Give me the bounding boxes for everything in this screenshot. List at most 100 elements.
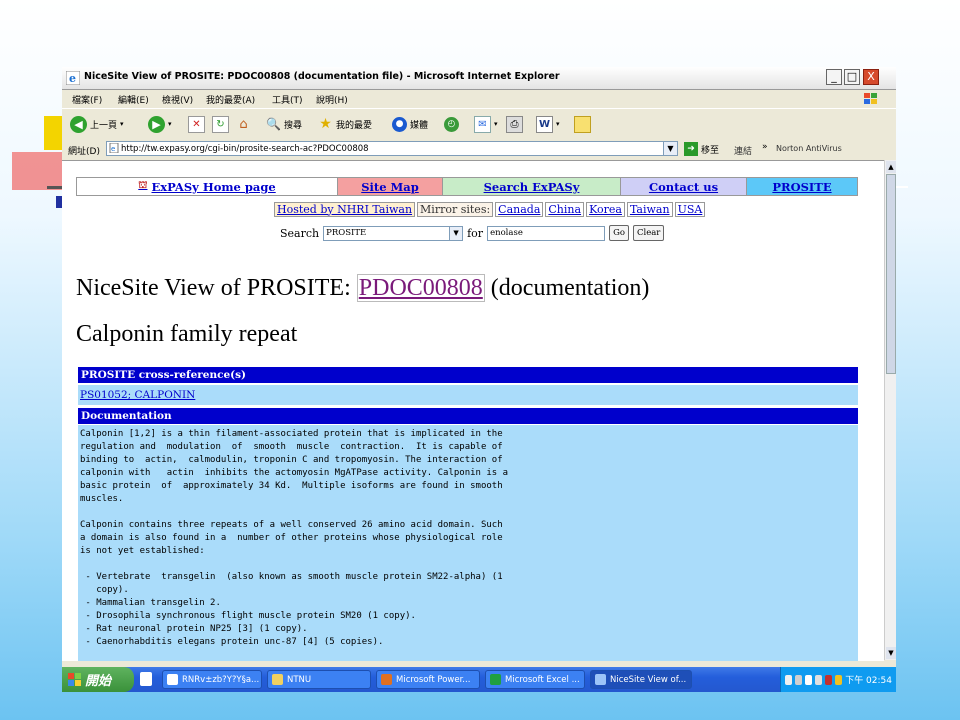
- search-query-input[interactable]: enolase: [487, 225, 606, 241]
- ie-logo-icon: e: [66, 71, 80, 85]
- task-item[interactable]: NTNU: [267, 670, 371, 689]
- norton-antivirus-button[interactable]: Norton AntiVirus: [776, 144, 842, 153]
- address-input[interactable]: e http://tw.expasy.org/cgi-bin/prosite-s…: [106, 141, 678, 156]
- mail-icon: ✉: [474, 115, 491, 133]
- tray-icon[interactable]: [825, 674, 833, 685]
- print-button[interactable]: ⎙: [506, 115, 523, 133]
- menu-favorites[interactable]: 我的最愛(A): [206, 93, 255, 106]
- nav-expasy-home[interactable]: ⛫ ExPASy Home page: [77, 178, 338, 195]
- database-select[interactable]: PROSITE ▼: [323, 225, 464, 241]
- scroll-thumb[interactable]: [886, 174, 896, 374]
- links-button[interactable]: 連結: [734, 144, 752, 157]
- task-item[interactable]: RNRv±zb?Y?Y§a...: [162, 670, 262, 689]
- home-button[interactable]: ⌂: [236, 115, 251, 133]
- menu-file[interactable]: 檔案(F): [72, 93, 102, 106]
- nav-prosite[interactable]: PROSITE: [747, 178, 857, 195]
- search-label: Search: [280, 226, 320, 240]
- page-title-suffix: (documentation): [490, 275, 650, 301]
- menu-bar: 檔案(F) 編輯(E) 檢視(V) 我的最愛(A) 工具(T) 說明(H): [62, 90, 896, 108]
- history-icon: ◴: [444, 116, 459, 132]
- address-label: 網址(D): [68, 147, 100, 157]
- select-arrow-icon: ▼: [449, 226, 463, 240]
- note-icon: [574, 115, 591, 133]
- start-label: 開始: [85, 674, 112, 689]
- mirror-taiwan-link[interactable]: Taiwan: [626, 201, 673, 217]
- accession-link[interactable]: PDOC00808: [356, 274, 485, 302]
- search-button[interactable]: 🔍 搜尋: [266, 115, 302, 133]
- window-icon: [167, 674, 178, 685]
- tray-icon[interactable]: [785, 674, 793, 685]
- task-item-active[interactable]: NiceSite View of...: [590, 670, 692, 689]
- favorites-label: 我的最愛: [336, 120, 373, 131]
- menu-help[interactable]: 說明(H): [316, 93, 348, 106]
- menu-edit[interactable]: 編輯(E): [118, 93, 149, 106]
- title-bar[interactable]: e NiceSite View of PROSITE: PDOC00808 (d…: [62, 67, 896, 90]
- mirror-canada-link[interactable]: Canada: [495, 201, 544, 217]
- media-icon: ●: [392, 116, 407, 132]
- mirror-korea-link[interactable]: Korea: [586, 201, 625, 217]
- excel-icon: [490, 674, 501, 685]
- task-label: Microsoft Power...: [396, 674, 471, 685]
- search-row: Search PROSITE ▼ for enolase Go Clear: [280, 225, 665, 241]
- home-icon: ⌂: [239, 116, 248, 132]
- clear-button[interactable]: Clear: [632, 225, 665, 241]
- quick-launch-icon[interactable]: [140, 672, 152, 686]
- edit-button[interactable]: W ▾: [536, 115, 560, 133]
- system-tray: 下午 02:54: [780, 667, 896, 692]
- favorites-button[interactable]: ★ 我的最愛: [318, 115, 372, 133]
- scroll-up-icon[interactable]: ▲: [886, 161, 896, 173]
- mirror-usa-link[interactable]: USA: [674, 201, 706, 217]
- address-dropdown-icon[interactable]: ▼: [663, 142, 677, 155]
- go-button[interactable]: ➜ 移至: [684, 142, 719, 156]
- back-label: 上一頁: [90, 120, 118, 131]
- documentation-text: Calponin [1,2] is a thin filament-associ…: [80, 429, 509, 647]
- tray-icon[interactable]: [805, 674, 813, 685]
- chevron-right-icon[interactable]: »: [762, 142, 768, 152]
- chevron-down-icon: ▾: [556, 120, 560, 128]
- hosted-by-link[interactable]: Hosted by NHRI Taiwan: [274, 201, 416, 217]
- tray-icon[interactable]: [795, 674, 803, 685]
- messenger-button[interactable]: [574, 115, 591, 133]
- menu-view[interactable]: 檢視(V): [162, 93, 193, 106]
- task-label: RNRv±zb?Y?Y§a...: [182, 674, 260, 685]
- search-icon: 🔍: [266, 116, 281, 131]
- tray-icon[interactable]: [815, 674, 823, 685]
- chevron-down-icon: ▾: [120, 120, 124, 128]
- ie-icon: [595, 674, 606, 685]
- mirror-china-link[interactable]: China: [545, 201, 585, 217]
- page-title-prefix: NiceSite View of PROSITE:: [76, 275, 351, 301]
- mail-button[interactable]: ✉ ▾: [474, 115, 498, 133]
- tray-icon[interactable]: [835, 674, 843, 685]
- maximize-button[interactable]: □: [844, 69, 860, 85]
- back-button[interactable]: ◀ 上一頁 ▾: [70, 115, 124, 133]
- refresh-button[interactable]: ↻: [212, 115, 229, 133]
- nav-site-map[interactable]: Site Map: [338, 178, 443, 195]
- refresh-icon: ↻: [212, 115, 229, 133]
- minimize-button[interactable]: _: [826, 69, 842, 85]
- history-button[interactable]: ◴: [444, 115, 459, 133]
- close-button[interactable]: X: [863, 69, 879, 85]
- toolbar: ◀ 上一頁 ▾ ▶ ▾ ✕ ↻ ⌂ 🔍 搜尋 ★ 我的最愛 ● 媒體 ◴ ✉ ▾…: [62, 108, 896, 140]
- for-label: for: [467, 226, 484, 240]
- database-select-value: PROSITE: [326, 227, 367, 238]
- task-item[interactable]: Microsoft Power...: [376, 670, 480, 689]
- documentation-body: Calponin [1,2] is a thin filament-associ…: [78, 425, 858, 661]
- start-button[interactable]: 開始: [62, 667, 134, 692]
- taskbar: 開始 RNRv±zb?Y?Y§a... NTNU Microsoft Power…: [62, 667, 896, 692]
- vertical-scrollbar[interactable]: ▲ ▼: [884, 160, 896, 660]
- xref-link[interactable]: PS01052; CALPONIN: [80, 389, 195, 401]
- svg-text:e: e: [69, 72, 76, 85]
- nav-contact-us[interactable]: Contact us: [621, 178, 747, 195]
- quick-launch: [140, 672, 152, 686]
- task-item[interactable]: Microsoft Excel ...: [485, 670, 585, 689]
- scroll-down-icon[interactable]: ▼: [886, 647, 896, 659]
- menu-tools[interactable]: 工具(T): [272, 93, 303, 106]
- windows-flag-icon: [864, 93, 877, 104]
- go-search-button[interactable]: Go: [609, 225, 629, 241]
- nav-search-expasy[interactable]: Search ExPASy: [443, 178, 621, 195]
- forward-button[interactable]: ▶ ▾: [148, 115, 172, 133]
- stop-button[interactable]: ✕: [188, 115, 205, 133]
- back-arrow-icon: ◀: [70, 115, 87, 133]
- chevron-down-icon: ▾: [168, 120, 172, 128]
- media-button[interactable]: ● 媒體: [392, 115, 428, 133]
